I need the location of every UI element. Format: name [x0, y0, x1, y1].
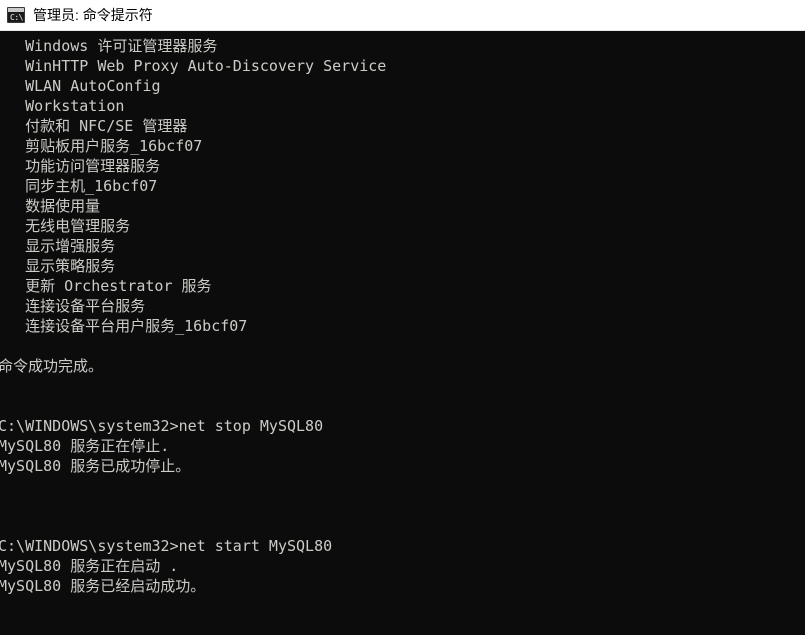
console-line: WinHTTP Web Proxy Auto-Discovery Service [0, 57, 387, 75]
console-line: MySQL80 服务已成功停止。 [0, 457, 191, 475]
console-output-area[interactable]: Windows 许可证管理器服务 WinHTTP Web Proxy Auto-… [0, 31, 805, 635]
console-line: C:\WINDOWS\system32>net start MySQL80 [0, 537, 333, 555]
console-line: 付款和 NFC/SE 管理器 [0, 117, 188, 135]
console-line: 连接设备平台服务 [0, 297, 146, 315]
console-line: MySQL80 服务正在停止. [0, 437, 170, 455]
window-titlebar[interactable]: C:\ 管理员: 命令提示符 [0, 0, 805, 31]
console-line: MySQL80 服务正在启动 . [0, 557, 179, 575]
console-line: 命令成功完成。 [0, 357, 104, 375]
cmd-icon: C:\ [7, 7, 25, 23]
cmd-icon-titlebar-stripe [8, 8, 24, 12]
console-line: 更新 Orchestrator 服务 [0, 277, 212, 295]
window-title: 管理员: 命令提示符 [33, 7, 153, 23]
console-line: C:\WINDOWS\system32>net stop MySQL80 [0, 417, 324, 435]
console-line: 功能访问管理器服务 [0, 157, 161, 175]
console-line: 连接设备平台用户服务_16bcf07 [0, 317, 248, 335]
console-line: 无线电管理服务 [0, 217, 131, 235]
console-line: MySQL80 服务已经启动成功。 [0, 577, 206, 595]
command-prompt-window: C:\ 管理员: 命令提示符 Windows 许可证管理器服务 WinHTTP … [0, 0, 805, 635]
console-line: 数据使用量 [0, 197, 101, 215]
console-line: 剪贴板用户服务_16bcf07 [0, 137, 203, 155]
console-line: 显示策略服务 [0, 257, 116, 275]
console-line: Workstation [0, 97, 125, 115]
console-line: 同步主机_16bcf07 [0, 177, 158, 195]
console-line: Windows 许可证管理器服务 [0, 37, 218, 55]
console-line: 显示增强服务 [0, 237, 116, 255]
console-line: WLAN AutoConfig [0, 77, 161, 95]
bottom-cutoff-artifact: ▁▁▁ ▁▁▁▁ ▁▁ ▁▁▁▁▁▁ ▁▁▁▁ [560, 629, 805, 635]
cmd-icon-prompt-glyph: C:\ [10, 13, 23, 22]
console-text: Windows 许可证管理器服务 WinHTTP Web Proxy Auto-… [0, 36, 803, 635]
